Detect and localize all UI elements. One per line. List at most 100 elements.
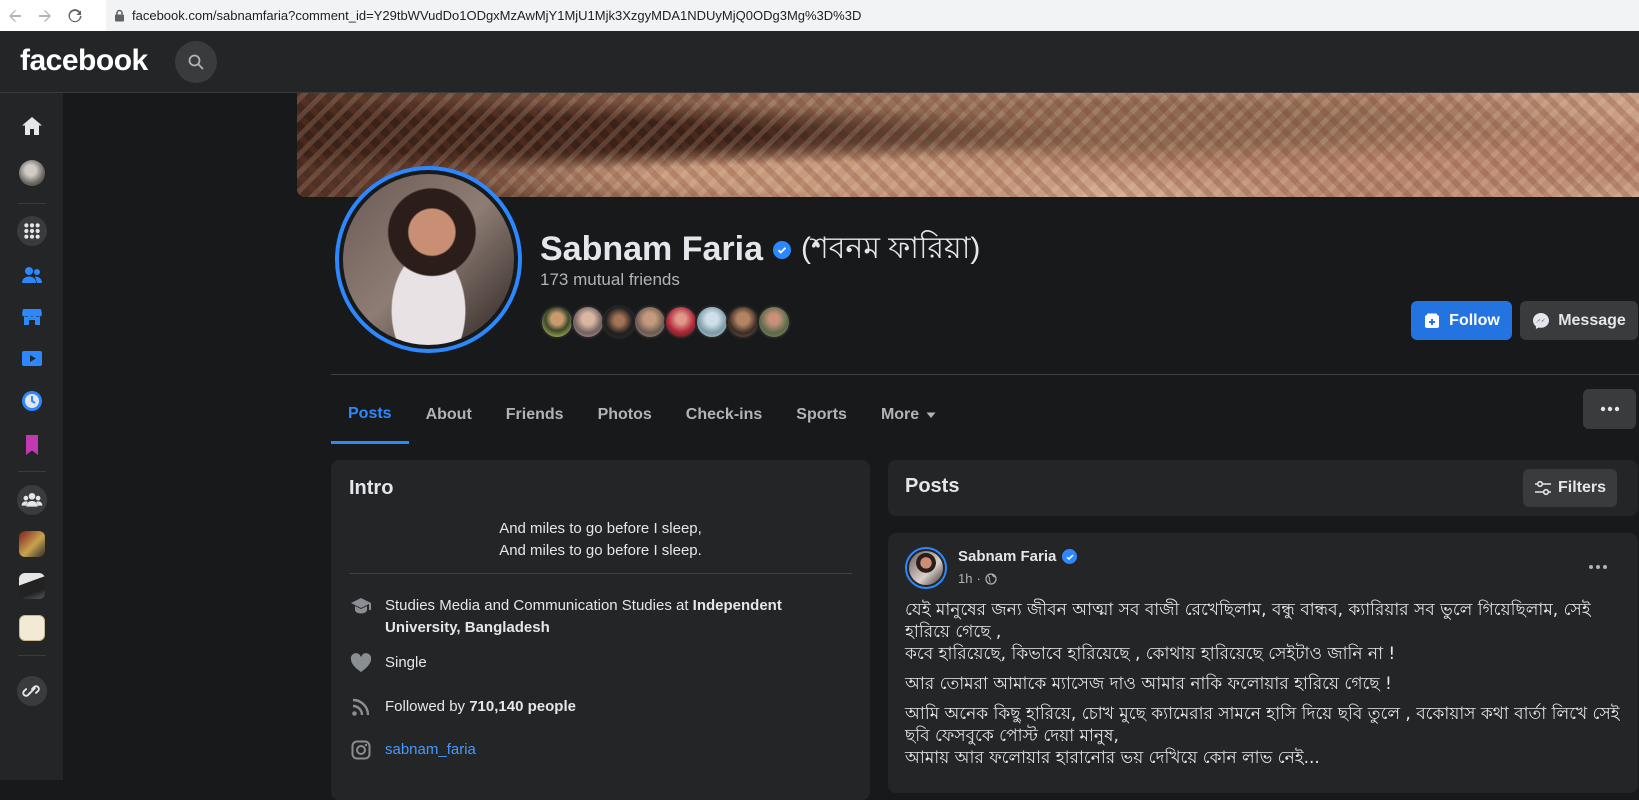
post-timestamp[interactable]: 1h (958, 571, 972, 586)
watch-button[interactable] (16, 343, 48, 375)
clock-icon (22, 391, 42, 411)
marketplace-button[interactable] (16, 301, 48, 333)
profile-shortcut[interactable] (16, 157, 48, 189)
relationship-text: Single (385, 654, 427, 671)
posts-header: Posts Filters (888, 460, 1638, 516)
followers-text: Followed by 710,140 people (385, 696, 576, 718)
rss-feed-icon (349, 696, 373, 718)
friend-avatar[interactable] (571, 305, 605, 339)
friend-avatar[interactable] (633, 305, 667, 339)
friends-button[interactable] (16, 259, 48, 291)
rail-divider (18, 471, 46, 472)
posts-title: Posts (905, 475, 960, 497)
facebook-logo[interactable]: facebook (20, 44, 148, 78)
post-text: যেই মানুষের জন্য জীবন আত্মা সব বাজী রেখে… (905, 599, 1620, 777)
friend-avatar[interactable] (695, 305, 729, 339)
saved-button[interactable] (16, 429, 48, 461)
link-button[interactable] (16, 675, 48, 707)
search-button[interactable] (175, 41, 217, 83)
post-line: আমায় আর ফলোয়ার হারানোর ভয় দেখিয়ে কোন… (905, 748, 1320, 768)
rail-divider (18, 203, 46, 204)
filters-button[interactable]: Filters (1523, 469, 1617, 507)
memories-button[interactable] (16, 385, 48, 417)
post-meta: 1h · (958, 571, 997, 586)
friend-avatar[interactable] (664, 305, 698, 339)
tab-check-ins[interactable]: Check-ins (669, 386, 779, 444)
marketplace-icon (22, 309, 42, 325)
friend-avatar[interactable] (540, 305, 574, 339)
post-author-name[interactable]: Sabnam Faria (958, 548, 1056, 565)
instagram-link[interactable]: sabnam_faria (385, 739, 476, 761)
profile-photo-image (343, 174, 514, 345)
education-prefix: Studies Media and Communication Studies … (385, 597, 693, 614)
reload-button[interactable] (60, 0, 90, 31)
bio-line: And miles to go before I sleep. (499, 542, 702, 559)
post-line: যেই মানুষের জন্য জীবন আত্মা সব বাজী রেখে… (905, 600, 1591, 642)
tab-friends[interactable]: Friends (489, 386, 581, 444)
rail-divider (18, 655, 46, 656)
friend-avatar[interactable] (757, 305, 791, 339)
follow-button-label: Follow (1449, 311, 1500, 329)
profile-picture[interactable] (335, 166, 522, 353)
tab-photos[interactable]: Photos (581, 386, 669, 444)
facebook-header: facebook (0, 31, 1639, 93)
tab-about[interactable]: About (409, 386, 489, 444)
friends-icon (22, 267, 42, 283)
profile-divider (331, 374, 1639, 375)
message-button-label: Message (1558, 311, 1626, 329)
left-navigation-rail (0, 93, 63, 780)
follow-plus-icon (1425, 313, 1440, 328)
heart-icon (349, 652, 373, 674)
education-text: Studies Media and Communication Studies … (385, 595, 849, 639)
arrow-right-icon (39, 9, 51, 22)
friend-avatar[interactable] (726, 305, 760, 339)
group-thumbnail (19, 573, 45, 599)
group-shortcut-3[interactable] (16, 612, 48, 644)
intro-divider (349, 573, 852, 574)
followers-count[interactable]: 710,140 people (469, 698, 576, 715)
tab-label: About (425, 406, 472, 423)
post-line: আমি অনেক কিছু হারিয়ে, চোখ মুছে ক্যামেরা… (905, 704, 1620, 746)
tab-sports[interactable]: Sports (779, 386, 864, 444)
cover-photo[interactable] (297, 93, 1639, 197)
follow-button[interactable]: Follow (1411, 301, 1512, 340)
avatar (909, 551, 943, 585)
search-icon (188, 54, 204, 70)
post-paragraph: যেই মানুষের জন্য জীবন আত্মা সব বাজী রেখে… (905, 599, 1620, 665)
verified-badge-icon (1062, 549, 1078, 564)
followers-prefix: Followed by (385, 698, 470, 715)
group-shortcut-2[interactable] (16, 570, 48, 602)
post-author-avatar[interactable] (905, 547, 947, 589)
post-options-button[interactable] (1588, 553, 1608, 576)
more-dots-icon (1589, 565, 1607, 569)
home-button[interactable] (16, 110, 48, 142)
back-button[interactable] (0, 0, 30, 31)
tab-more[interactable]: More (864, 386, 954, 444)
profile-options-button[interactable] (1583, 389, 1636, 429)
profile-name: Sabnam Faria (শবনম ফারিয়া) (540, 224, 980, 275)
profile-tabs: Posts About Friends Photos Check-ins Spo… (331, 386, 954, 444)
bio-text: And miles to go before I sleep, And mile… (331, 518, 870, 562)
intro-education: Studies Media and Communication Studies … (349, 595, 849, 639)
link-icon (16, 675, 48, 707)
mutual-friends-count[interactable]: 173 mutual friends (540, 270, 680, 290)
filters-label: Filters (1557, 479, 1606, 496)
tab-label: Sports (796, 406, 847, 423)
tab-posts[interactable]: Posts (331, 386, 409, 444)
address-bar[interactable]: facebook.com/sabnamfaria?comment_id=Y29t… (106, 0, 1639, 31)
bio-line: And miles to go before I sleep, (499, 520, 702, 537)
post-paragraph: আর তোমরা আমাকে ম্যাসেজ দাও আমার নাকি ফলো… (905, 674, 1392, 694)
groups-icon (16, 484, 48, 516)
friend-avatar[interactable] (602, 305, 636, 339)
cover-pattern (297, 93, 1639, 197)
message-button[interactable]: Message (1520, 301, 1638, 340)
menu-button[interactable] (16, 215, 48, 247)
graduation-cap-icon (349, 595, 373, 617)
tab-label: Posts (348, 404, 392, 422)
group-shortcut-1[interactable] (16, 528, 48, 560)
groups-button[interactable] (16, 484, 48, 516)
arrow-left-icon (9, 9, 21, 22)
profile-name-text: Sabnam Faria (540, 230, 763, 268)
reload-icon (68, 8, 82, 22)
forward-button[interactable] (30, 0, 60, 31)
